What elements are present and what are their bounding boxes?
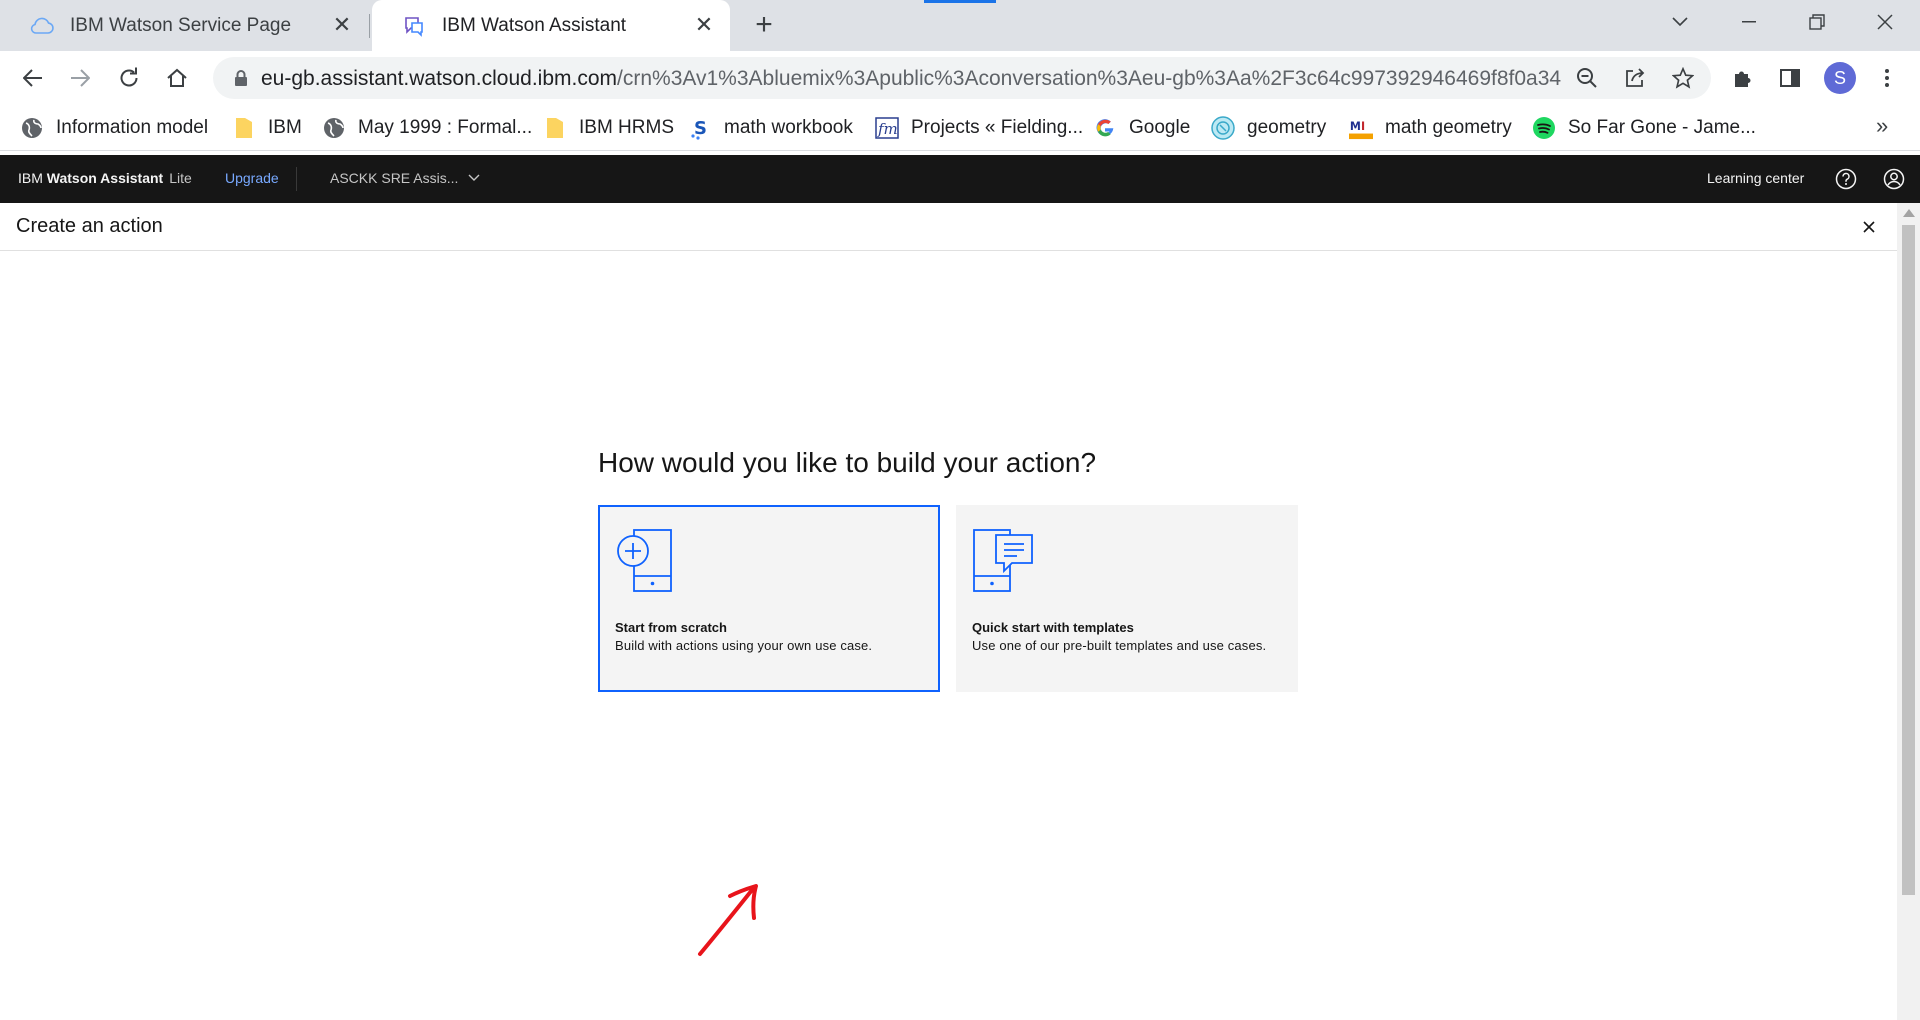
bookmark-label: math workbook — [724, 117, 853, 138]
red-annotation-arrow — [690, 878, 762, 963]
bookmark-label: So Far Gone - Jame... — [1568, 117, 1756, 138]
brand-name: Watson Assistant — [46, 170, 164, 186]
scrollbar-thumb[interactable] — [1902, 225, 1915, 895]
close-tab-icon[interactable]: ✕ — [692, 13, 716, 37]
close-icon[interactable] — [1857, 215, 1881, 239]
loading-indicator — [924, 0, 996, 3]
card-title: Quick start with templates — [972, 620, 1134, 635]
reload-icon[interactable] — [112, 61, 146, 95]
assistant-name: ASCKK SRE Assis... — [330, 170, 459, 186]
user-profile-icon[interactable] — [1882, 167, 1906, 191]
learning-center-link[interactable]: Learning center — [1707, 170, 1804, 186]
restore-icon[interactable] — [1782, 0, 1852, 44]
card-title: Start from scratch — [615, 620, 727, 635]
lock-icon[interactable] — [225, 62, 257, 94]
svg-text:fm: fm — [877, 120, 898, 138]
cloud-icon — [30, 14, 54, 38]
extensions-puzzle-icon[interactable] — [1726, 61, 1760, 95]
globe-icon — [322, 116, 346, 140]
tab-title: IBM Watson Assistant — [442, 14, 627, 36]
bookmark-ibm[interactable]: IBM — [232, 113, 302, 143]
bookmark-math-geometry[interactable]: MI math geometry — [1349, 113, 1512, 143]
quick-start-templates-card[interactable]: Quick start with templates Use one of ou… — [956, 505, 1298, 692]
close-tab-icon[interactable]: ✕ — [330, 13, 354, 37]
plan-label: Lite — [169, 170, 192, 186]
forward-arrow-icon[interactable] — [63, 61, 97, 95]
folder-icon — [232, 116, 256, 140]
vertical-scrollbar[interactable] — [1897, 203, 1920, 1020]
google-icon — [1093, 116, 1117, 140]
card-description: Build with actions using your own use ca… — [615, 638, 873, 653]
bookmark-may-1999-formal[interactable]: May 1999 : Formal... — [322, 113, 532, 143]
bookmark-label: Projects « Fielding... — [911, 117, 1084, 138]
window-close-icon[interactable] — [1850, 0, 1920, 44]
header-divider — [296, 167, 297, 191]
url-host: eu-gb.assistant.watson.cloud.ibm.com — [261, 67, 618, 90]
globe-icon — [20, 116, 44, 140]
chat-icon — [402, 14, 426, 38]
brand-prefix: IBM — [18, 170, 43, 186]
address-bar[interactable]: eu-gb.assistant.watson.cloud.ibm.com/crn… — [213, 57, 1711, 99]
bookmark-google[interactable]: Google — [1093, 113, 1190, 143]
bookmark-math-workbook[interactable]: S math workbook — [688, 113, 853, 143]
create-action-panel: Create an action How would you like to b… — [0, 203, 1897, 1020]
panel-title: Create an action — [16, 215, 163, 237]
browser-toolbar: eu-gb.assistant.watson.cloud.ibm.com/crn… — [0, 51, 1920, 105]
fm-logo-icon: fm — [875, 116, 899, 140]
tab-separator — [369, 14, 370, 38]
bookmark-ibm-hrms[interactable]: IBM HRMS — [543, 113, 674, 143]
url-path: /crn%3Av1%3Abluemix%3Apublic%3Aconversat… — [617, 67, 1561, 90]
kebab-menu-icon[interactable] — [1870, 61, 1904, 95]
bookmark-geometry[interactable]: geometry — [1211, 113, 1326, 143]
bookmark-label: IBM HRMS — [579, 117, 674, 138]
star-icon[interactable] — [1667, 62, 1699, 94]
tab-ibm-watson-service-page[interactable]: IBM Watson Service Page ✕ — [0, 0, 368, 51]
bookmarks-bar: Information model IBM May 1999 : Formal.… — [0, 105, 1920, 151]
tab-search-chevron-down-icon[interactable] — [1645, 0, 1715, 44]
bookmark-label: Google — [1129, 117, 1191, 138]
watson-header: IBM Watson Assistant Lite Upgrade ASCKK S… — [0, 155, 1920, 203]
minimize-icon[interactable] — [1714, 0, 1784, 44]
assistant-switcher[interactable]: ASCKK SRE Assis... — [330, 170, 480, 186]
bookmark-label: Information model — [56, 117, 209, 138]
svg-text:M: M — [1350, 120, 1361, 133]
panel-header: Create an action — [0, 203, 1897, 251]
bookmark-so-far-gone[interactable]: So Far Gone - Jame... — [1532, 113, 1756, 143]
start-from-scratch-card[interactable]: Start from scratch Build with actions us… — [598, 505, 940, 692]
side-panel-icon[interactable] — [1773, 61, 1807, 95]
page-heading: How would you like to build your action? — [598, 447, 1097, 478]
svg-text:I: I — [1361, 120, 1365, 133]
spotify-icon — [1532, 116, 1556, 140]
bookmark-label: IBM — [268, 117, 302, 138]
mobile-add-icon — [616, 529, 674, 598]
geometry-icon — [1211, 116, 1235, 140]
bookmark-label: May 1999 : Formal... — [358, 117, 533, 138]
home-icon[interactable] — [160, 61, 194, 95]
card-description: Use one of our pre-built templates and u… — [972, 638, 1267, 653]
s-logo-icon: S — [688, 116, 712, 140]
browser-tabstrip: IBM Watson Service Page ✕ IBM Watson Ass… — [0, 0, 1920, 51]
folder-icon — [543, 116, 567, 140]
tab-ibm-watson-assistant[interactable]: IBM Watson Assistant ✕ — [372, 0, 730, 51]
bookmark-label: geometry — [1247, 117, 1327, 138]
svg-text:S: S — [694, 118, 707, 139]
math-logo-icon: MI — [1349, 116, 1373, 140]
mobile-chat-icon — [973, 529, 1035, 598]
back-arrow-icon[interactable] — [16, 61, 50, 95]
tab-title: IBM Watson Service Page — [70, 14, 292, 36]
bookmark-information-model[interactable]: Information model — [20, 113, 208, 143]
share-icon[interactable] — [1619, 62, 1651, 94]
scroll-up-arrow-icon[interactable] — [1903, 209, 1915, 217]
url-text[interactable]: eu-gb.assistant.watson.cloud.ibm.com/crn… — [261, 67, 1561, 91]
bookmarks-overflow-chevron-icon[interactable]: » — [1876, 113, 1888, 139]
profile-avatar[interactable]: S — [1824, 62, 1856, 94]
new-tab-button[interactable]: + — [748, 10, 780, 42]
chevron-down-icon — [468, 174, 480, 182]
bookmark-label: math geometry — [1385, 117, 1512, 138]
product-name[interactable]: IBM Watson Assistant Lite — [18, 170, 192, 186]
upgrade-link[interactable]: Upgrade — [225, 170, 279, 186]
bookmark-projects-fielding[interactable]: fm Projects « Fielding... — [875, 113, 1083, 143]
help-icon[interactable] — [1834, 167, 1858, 191]
zoom-out-icon[interactable] — [1571, 62, 1603, 94]
